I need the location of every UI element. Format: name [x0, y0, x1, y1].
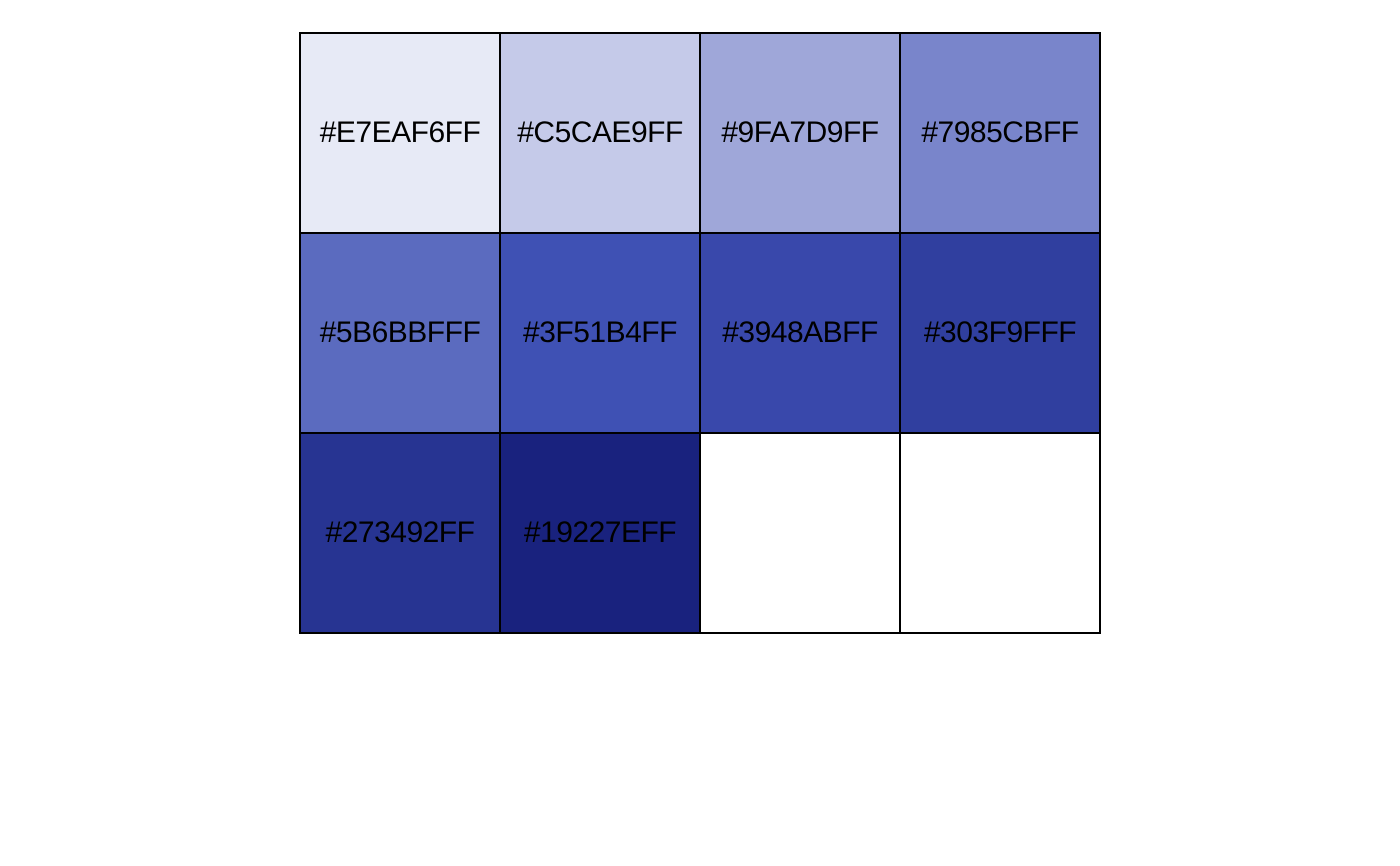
swatch-7: #3948ABFF: [699, 232, 901, 434]
swatch-empty-2: [899, 432, 1101, 634]
swatch-1: #E7EAF6FF: [299, 32, 501, 234]
swatch-6: #3F51B4FF: [499, 232, 701, 434]
swatch-5: #5B6BBFFF: [299, 232, 501, 434]
swatch-label: #273492FF: [325, 516, 475, 549]
swatch-label: #9FA7D9FF: [721, 116, 879, 149]
swatch-label: #5B6BBFFF: [319, 316, 481, 349]
swatch-empty-1: [699, 432, 901, 634]
swatch-label: #3F51B4FF: [523, 316, 677, 349]
swatch-2: #C5CAE9FF: [499, 32, 701, 234]
swatch-8: #303F9FFF: [899, 232, 1101, 434]
swatch-10: #19227EFF: [499, 432, 701, 634]
swatch-label: #303F9FFF: [923, 316, 1077, 349]
swatch-label: #E7EAF6FF: [319, 116, 481, 149]
color-swatch-grid: #E7EAF6FF #C5CAE9FF #9FA7D9FF #7985CBFF …: [299, 32, 1101, 634]
swatch-3: #9FA7D9FF: [699, 32, 901, 234]
swatch-label: #3948ABFF: [722, 316, 878, 349]
swatch-4: #7985CBFF: [899, 32, 1101, 234]
swatch-label: #C5CAE9FF: [517, 116, 683, 149]
swatch-label: #7985CBFF: [921, 116, 1079, 149]
swatch-label: #19227EFF: [523, 516, 677, 549]
swatch-9: #273492FF: [299, 432, 501, 634]
